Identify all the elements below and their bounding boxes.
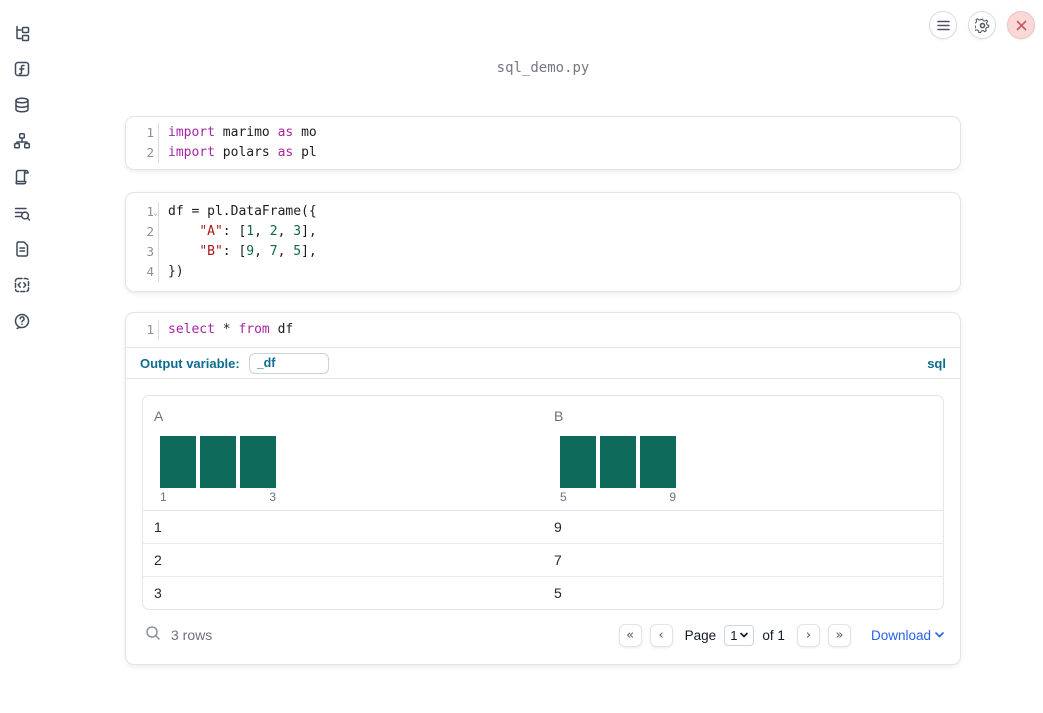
code-line[interactable]: 1 import marimo as mo [126, 123, 960, 143]
settings-button[interactable] [968, 11, 996, 39]
table-footer: 3 rows « ‹ Page 1 of 1 › » Download [142, 618, 944, 652]
sql-meta-bar: Output variable: sql [126, 347, 960, 378]
dataframe-table: A13B59 192735 [142, 395, 944, 610]
close-icon [1016, 20, 1026, 30]
table-header: A 13 B 59 [143, 396, 943, 511]
help-icon[interactable] [13, 312, 31, 330]
menu-icon [936, 20, 950, 30]
table-cell: 7 [554, 552, 562, 568]
notebook-filename: sql_demo.py [496, 60, 590, 76]
table-cell: 5 [554, 585, 562, 601]
page-select[interactable]: 1 [724, 624, 755, 646]
download-button[interactable]: Download [871, 628, 944, 643]
table-cell: 2 [154, 552, 162, 568]
table-row[interactable]: 35 [143, 577, 943, 609]
code-line[interactable]: 1 ⌄ df = pl.DataFrame({ [126, 202, 960, 222]
pagination: « ‹ Page 1 of 1 › » Download [618, 623, 944, 647]
sql-language-badge: sql [927, 355, 946, 371]
output-variable-input[interactable] [248, 352, 329, 374]
code-line[interactable]: 1 select * from df [126, 320, 960, 340]
shutdown-button[interactable] [1007, 11, 1035, 39]
column-histogram [560, 436, 943, 488]
code-line[interactable]: 2 import polars as pl [126, 143, 960, 163]
histogram-axis-labels: 59 [560, 490, 676, 504]
line-number: 1 [126, 123, 159, 143]
line-number: 2 [126, 143, 159, 163]
notebook-action-buttons [929, 11, 1035, 39]
table-cell: 1 [154, 519, 162, 535]
next-page-button[interactable]: › [796, 623, 820, 647]
page-label: Page [684, 627, 717, 643]
table-cell: 9 [554, 519, 562, 535]
search-icon[interactable] [145, 625, 161, 646]
line-number: 4 [126, 262, 159, 282]
helper-panel-sidebar [0, 0, 44, 713]
outline-search-icon[interactable] [13, 204, 31, 222]
sql-output-area: A13B59 192735 3 rows « ‹ Page 1 of 1 › »… [126, 378, 960, 664]
column-name: A [154, 408, 164, 424]
sql-cell: 1select * from df Output variable: sql A… [125, 312, 961, 665]
prev-page-button[interactable]: ‹ [649, 623, 673, 647]
sql-code-editor[interactable]: 1 select * from df [126, 313, 960, 347]
code-line[interactable]: 3 "B": [9, 7, 5], [126, 242, 960, 262]
histogram-bar [560, 436, 596, 488]
snippets-icon[interactable] [13, 276, 31, 294]
datasources-icon[interactable] [13, 96, 31, 114]
page-total: of 1 [762, 627, 785, 643]
histogram-bar [600, 436, 636, 488]
histogram-axis-labels: 13 [160, 490, 276, 504]
fold-chevron-icon[interactable]: ⌄ [153, 203, 158, 223]
page-select-value: 1 [730, 627, 738, 643]
column-name: B [554, 408, 564, 424]
first-page-button[interactable]: « [618, 623, 642, 647]
documentation-icon[interactable] [13, 240, 31, 258]
logs-icon[interactable] [13, 168, 31, 186]
histogram-bar [640, 436, 676, 488]
histogram-bar [160, 436, 196, 488]
code-editor[interactable]: 1 import marimo as mo 2 import polars as pl [126, 123, 960, 163]
column-histogram [160, 436, 543, 488]
table-row[interactable]: 19 [143, 511, 943, 544]
chevron-down-icon [935, 632, 944, 638]
histogram-bar [240, 436, 276, 488]
line-number: 1 ⌄ [126, 202, 159, 222]
code-cell-imports[interactable]: 1 import marimo as mo 2 import polars as pl [125, 116, 961, 170]
column-header-b[interactable]: B 59 [543, 396, 943, 510]
output-variable-label: Output variable: [140, 355, 240, 371]
last-page-button[interactable]: » [827, 623, 851, 647]
file-explorer-icon[interactable] [13, 24, 31, 42]
variables-icon[interactable] [13, 60, 31, 78]
column-header-a[interactable]: A 13 [143, 396, 543, 510]
code-cell-dataframe[interactable]: 1 ⌄ df = pl.DataFrame({2 "A": [1, 2, 3], 3 … [125, 192, 961, 292]
histogram-bar [200, 436, 236, 488]
table-cell: 3 [154, 585, 162, 601]
chevron-down-icon [740, 632, 749, 638]
line-number: 1 [126, 320, 159, 340]
download-label: Download [870, 627, 931, 643]
gear-icon [974, 17, 989, 33]
code-line[interactable]: 4}) [126, 262, 960, 282]
table-row[interactable]: 27 [143, 544, 943, 577]
table-body: 192735 [143, 511, 943, 609]
code-line[interactable]: 2 "A": [1, 2, 3], [126, 222, 960, 242]
menu-button[interactable] [929, 11, 957, 39]
row-count: 3 rows [171, 627, 213, 643]
code-editor[interactable]: 1 ⌄ df = pl.DataFrame({2 "A": [1, 2, 3], 3 … [126, 202, 960, 282]
notebook-main: sql_demo.py 1 import marimo as mo 2 import … [125, 60, 961, 665]
line-number: 3 [126, 242, 159, 262]
line-number: 2 [126, 222, 159, 242]
dependency-graph-icon[interactable] [13, 132, 31, 150]
